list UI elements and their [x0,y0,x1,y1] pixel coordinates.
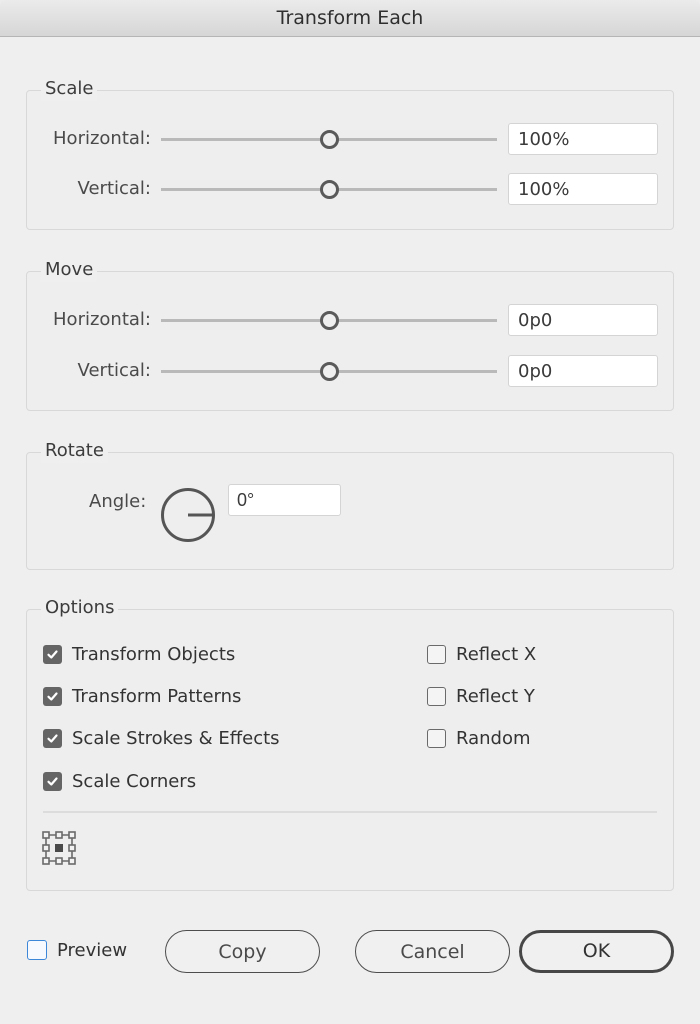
scale-horizontal-slider[interactable] [161,130,497,149]
checkbox-indicator[interactable] [427,728,446,748]
move-group: Move Horizontal: Vertical: [26,258,674,411]
checkbox-label: Scale Strokes & Effects [72,727,280,749]
copy-button[interactable]: Copy [165,930,320,973]
move-vertical-slider[interactable] [161,362,497,381]
reference-point-icon[interactable] [42,831,76,865]
checkbox-label: Reflect X [456,643,537,665]
cancel-button[interactable]: Cancel [355,930,510,973]
scale-vertical-slider[interactable] [161,180,497,199]
scale-strokes-effects-checkbox[interactable]: Scale Strokes & Effects [43,724,280,752]
move-horizontal-row: Horizontal: [27,304,673,336]
dialog-content: Scale Horizontal: Vertical: Move Horizon… [0,37,700,1024]
slider-thumb[interactable] [320,180,339,199]
slider-thumb[interactable] [320,311,339,330]
options-group: Options Transform Objects Transform Patt… [26,596,674,891]
slider-thumb[interactable] [320,130,339,149]
random-checkbox[interactable]: Random [427,724,531,752]
checkbox-label: Transform Objects [72,643,236,665]
preview-checkbox[interactable]: Preview [27,936,127,964]
rotate-group-title: Rotate [41,439,108,463]
preview-checkbox-indicator[interactable] [27,940,47,960]
angle-input[interactable] [228,484,341,516]
checkbox-indicator[interactable] [427,686,446,706]
transform-patterns-checkbox[interactable]: Transform Patterns [43,682,241,710]
reflect-x-checkbox[interactable]: Reflect X [427,640,536,668]
window-title-bar: Transform Each [0,0,700,37]
ok-button[interactable]: OK [519,930,674,973]
scale-vertical-row: Vertical: [27,173,673,205]
angle-dial[interactable] [160,487,216,543]
reflect-y-checkbox[interactable]: Reflect Y [427,682,535,710]
scale-group-title: Scale [41,77,98,101]
checkbox-label: Scale Corners [72,770,197,792]
move-vertical-row: Vertical: [27,355,673,387]
checkbox-indicator[interactable] [43,644,62,664]
slider-thumb[interactable] [320,362,339,381]
checkbox-indicator[interactable] [427,644,446,664]
checkbox-label: Random [456,727,531,749]
rotate-group: Rotate Angle: [26,439,674,570]
move-group-title: Move [41,258,98,282]
scale-horizontal-row: Horizontal: [27,123,673,155]
scale-horizontal-input[interactable] [508,123,658,155]
options-group-title: Options [41,596,119,620]
checkbox-label: Transform Patterns [72,685,242,707]
scale-group: Scale Horizontal: Vertical: [26,77,674,230]
angle-label: Angle: [89,491,147,512]
preview-label: Preview [57,939,128,961]
window-title: Transform Each [276,7,424,29]
scale-vertical-label: Vertical: [77,178,151,199]
move-horizontal-slider[interactable] [161,311,497,330]
move-horizontal-input[interactable] [508,304,658,336]
scale-corners-checkbox[interactable]: Scale Corners [43,767,196,795]
checkbox-indicator[interactable] [43,728,62,748]
checkbox-indicator[interactable] [43,686,62,706]
checkbox-label: Reflect Y [456,685,535,707]
move-horizontal-label: Horizontal: [53,309,151,330]
checkbox-indicator[interactable] [43,771,62,791]
scale-horizontal-label: Horizontal: [53,128,151,149]
scale-vertical-input[interactable] [508,173,658,205]
options-divider [43,811,657,813]
move-vertical-label: Vertical: [77,360,151,381]
transform-objects-checkbox[interactable]: Transform Objects [43,640,235,668]
move-vertical-input[interactable] [508,355,658,387]
